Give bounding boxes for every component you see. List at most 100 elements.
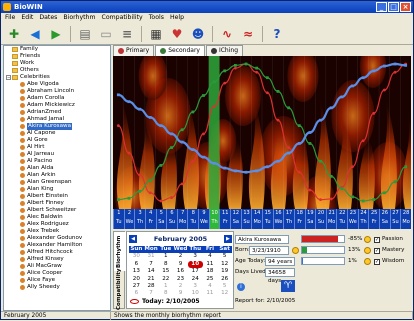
today-link[interactable]: Today: 2/10/2005: [130, 298, 200, 305]
calendar-day[interactable]: 9: [173, 261, 188, 268]
tree-person[interactable]: Alfred Kinsey: [4, 256, 110, 263]
calendar-day[interactable]: 11: [203, 261, 218, 268]
people-tree[interactable]: FamilyFriendsWorkOthers−CelebritiesAbe V…: [3, 45, 111, 311]
people-icon[interactable]: ☻: [189, 25, 207, 43]
day-cell[interactable]: 15Tu: [262, 209, 273, 229]
calendar-day[interactable]: 8: [158, 261, 173, 268]
compatibility-icon[interactable]: ♥: [168, 25, 186, 43]
calendar-day[interactable]: 19: [217, 268, 232, 275]
calendar-icon[interactable]: ▦: [147, 25, 165, 43]
tree-person[interactable]: Al Gore: [4, 137, 110, 144]
calendar-day-other[interactable]: 10: [188, 290, 203, 297]
day-cell[interactable]: 24Th: [358, 209, 369, 229]
calendar-day[interactable]: 25: [203, 276, 218, 283]
day-cell[interactable]: 6Su: [166, 209, 177, 229]
calendar-day-other[interactable]: 7: [144, 290, 159, 297]
cycle-checkbox[interactable]: ✓Passion: [374, 235, 403, 244]
calendar-day[interactable]: 10: [188, 261, 203, 268]
tree-person[interactable]: Abraham Lincoln: [4, 88, 110, 95]
calendar-day[interactable]: 6: [129, 261, 144, 268]
calendar-day[interactable]: 5: [217, 253, 232, 260]
info-icon[interactable]: i: [237, 283, 245, 291]
tree-person[interactable]: Al Capone: [4, 130, 110, 137]
tree-folder[interactable]: Friends: [4, 53, 110, 60]
day-cell[interactable]: 28Mo: [400, 209, 411, 229]
calendar-day-other[interactable]: 8: [158, 290, 173, 297]
day-cell[interactable]: 19Sa: [305, 209, 316, 229]
add-person-icon[interactable]: ✚: [5, 25, 23, 43]
tree-person[interactable]: Al Hirt: [4, 144, 110, 151]
calendar-day-other[interactable]: 30: [129, 253, 144, 260]
tree-person[interactable]: Alfred Hitchcock: [4, 249, 110, 256]
calendar-day-other[interactable]: 4: [203, 283, 218, 290]
day-cell[interactable]: 14Mo: [251, 209, 262, 229]
menu-file[interactable]: File: [5, 13, 15, 23]
calendar-day[interactable]: 12: [217, 261, 232, 268]
day-cell[interactable]: 5Sa: [156, 209, 167, 229]
name-field[interactable]: Akira Kurosawa: [235, 235, 289, 244]
calendar-day[interactable]: 13: [129, 268, 144, 275]
tree-person[interactable]: Albert Finney: [4, 200, 110, 207]
tree-person[interactable]: Alec Baldwin: [4, 214, 110, 221]
calendar-day[interactable]: 26: [217, 276, 232, 283]
day-cell[interactable]: 11Fr: [219, 209, 230, 229]
calendar-day-other[interactable]: 6: [129, 290, 144, 297]
tree-person[interactable]: Alex Rodriguez: [4, 221, 110, 228]
menu-dates[interactable]: Dates: [39, 13, 57, 23]
calendar-day[interactable]: 4: [203, 253, 218, 260]
day-cell[interactable]: 9We: [198, 209, 209, 229]
tree-person[interactable]: Adam Mickiewicz: [4, 102, 110, 109]
tree-person[interactable]: Albert Schweitzer: [4, 207, 110, 214]
prev-month-button[interactable]: ◀: [129, 235, 137, 243]
calendar-day[interactable]: 22: [158, 276, 173, 283]
day-cell[interactable]: 4Fr: [145, 209, 156, 229]
tab-primary[interactable]: Primary: [113, 45, 154, 56]
cycle-checkbox[interactable]: ✓Mastery: [374, 246, 404, 255]
tree-person[interactable]: Alice Cooper: [4, 270, 110, 277]
calendar-day[interactable]: 20: [129, 276, 144, 283]
calendar-day-other[interactable]: 11: [203, 290, 218, 297]
day-cell[interactable]: 20Su: [315, 209, 326, 229]
double-wave-icon[interactable]: ≈: [239, 25, 257, 43]
tab-secondary[interactable]: Secondary: [155, 45, 205, 56]
calendar-day-other[interactable]: 31: [144, 253, 159, 260]
tree-person[interactable]: Alan Alda: [4, 165, 110, 172]
tree-person[interactable]: Ali MacGraw: [4, 263, 110, 270]
day-cell[interactable]: 13Su: [241, 209, 252, 229]
born-field[interactable]: 3/23/1910: [249, 246, 289, 255]
day-cell[interactable]: 2We: [124, 209, 135, 229]
collapse-icon[interactable]: −: [6, 75, 11, 80]
day-cell[interactable]: 26Sa: [379, 209, 390, 229]
calendar-day[interactable]: 28: [144, 283, 159, 290]
print-icon[interactable]: ▤: [76, 25, 94, 43]
cycle-checkbox[interactable]: ✓Wisdom: [374, 257, 404, 266]
tree-person[interactable]: Alexander Godunov: [4, 235, 110, 242]
list-icon[interactable]: ≡: [118, 25, 136, 43]
calendar-day[interactable]: 27: [129, 283, 144, 290]
tree-person[interactable]: Alice Faye: [4, 277, 110, 284]
tree-folder[interactable]: Others: [4, 67, 110, 74]
day-cell[interactable]: 18Fr: [294, 209, 305, 229]
tree-person[interactable]: Ally Sheedy: [4, 284, 110, 291]
maximize-button[interactable]: □: [388, 2, 399, 12]
document-icon[interactable]: ▭: [97, 25, 115, 43]
calendar-day[interactable]: 18: [203, 268, 218, 275]
tree-folder[interactable]: −Celebrities: [4, 74, 110, 81]
tree-person[interactable]: Ahmad Jamal: [4, 116, 110, 123]
day-cell[interactable]: 22Tu: [336, 209, 347, 229]
calendar-day-other[interactable]: 5: [217, 283, 232, 290]
calendar-day[interactable]: 3: [188, 253, 203, 260]
menu-tools[interactable]: Tools: [149, 13, 164, 23]
day-cell[interactable]: 27Su: [390, 209, 401, 229]
tab-compatibility[interactable]: Compatibility: [114, 271, 126, 310]
calendar-day[interactable]: 23: [173, 276, 188, 283]
help-icon[interactable]: ?: [268, 25, 286, 43]
calendar-day[interactable]: 7: [144, 261, 159, 268]
day-cell[interactable]: 7Mo: [177, 209, 188, 229]
day-cell[interactable]: 3Th: [134, 209, 145, 229]
calendar-day[interactable]: 24: [188, 276, 203, 283]
calendar-day-other[interactable]: 9: [173, 290, 188, 297]
menu-compatibility[interactable]: Compatibility: [102, 13, 143, 23]
day-cell[interactable]: 21Mo: [326, 209, 337, 229]
tree-person[interactable]: Al Jarreau: [4, 151, 110, 158]
